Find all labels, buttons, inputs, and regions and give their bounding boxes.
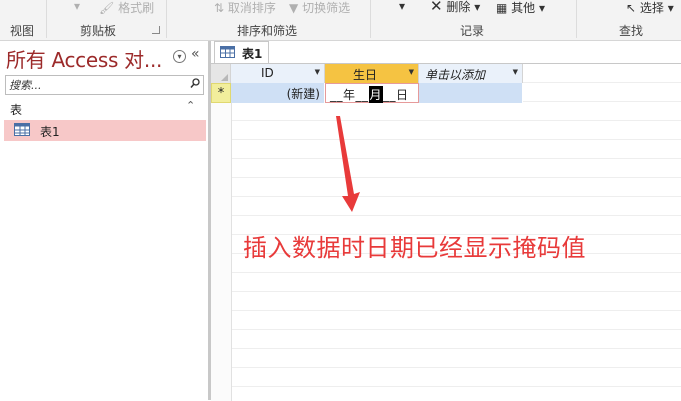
- new-record-selector[interactable]: *: [211, 83, 231, 103]
- group-label-find: 查找: [619, 24, 644, 38]
- nav-group-tables[interactable]: 表: [10, 101, 22, 118]
- column-header-click-to-add[interactable]: 单击以添加 ▼: [419, 64, 523, 83]
- date-input-mask: __年__月__日: [330, 86, 409, 103]
- group-divider: [370, 0, 371, 38]
- group-label-records: 记录: [460, 24, 485, 38]
- select-button[interactable]: ↖ 选择 ▾: [626, 0, 674, 16]
- nav-pane-title[interactable]: 所有 Access 对...: [6, 44, 162, 73]
- annotation-arrow: [336, 116, 360, 212]
- tab-table1[interactable]: 表1: [214, 41, 269, 63]
- cursor-icon: ↖: [626, 1, 637, 15]
- collapse-icon[interactable]: «: [191, 46, 200, 62]
- grid-icon: ▦: [496, 1, 508, 15]
- group-label-sort-filter: 排序和筛选: [237, 24, 298, 38]
- nav-item-label: 表1: [40, 125, 60, 139]
- group-divider: [46, 0, 47, 38]
- search-input[interactable]: [6, 76, 182, 94]
- annotation-text: 插入数据时日期已经显示掩码值: [243, 234, 586, 262]
- chevron-down-icon: ▾: [474, 0, 481, 14]
- delete-button[interactable]: ✕ 删除 ▾: [430, 0, 480, 15]
- search-icon[interactable]: [190, 78, 200, 88]
- chevron-down-icon: ▾: [539, 1, 546, 15]
- group-label-view: 视图: [10, 24, 35, 38]
- group-label-clipboard: 剪贴板: [80, 24, 117, 38]
- group-divider: [166, 0, 167, 38]
- group-divider: [576, 0, 577, 38]
- filter-icon: ▼: [289, 1, 299, 15]
- chevron-down-icon[interactable]: ▼: [315, 68, 320, 76]
- nav-item-table1[interactable]: 表1: [4, 120, 206, 141]
- chevron-down-icon[interactable]: ▾: [74, 0, 80, 13]
- chevron-down-icon: ▾: [667, 1, 674, 15]
- format-painter-button[interactable]: 🖌 格式刷: [99, 0, 154, 16]
- ribbon: ▾ 🖌 格式刷 ⇅ 取消排序 ▼ 切换筛选 ▾ ✕ 删除 ▾ ▦ 其他 ▾ ↖ …: [0, 0, 681, 41]
- new-record-row: * (新建) __年__月__日: [211, 83, 681, 103]
- records-dropdown[interactable]: ▾: [399, 0, 405, 13]
- close-icon: ✕: [430, 0, 443, 15]
- text-cursor: 月: [368, 86, 384, 103]
- table-icon: [14, 123, 30, 136]
- tab-label: 表1: [242, 47, 263, 61]
- sort-clear-icon: ⇅: [214, 1, 225, 15]
- navigation-pane: 所有 Access 对... ▾ « 表 ⌃ 表1: [0, 41, 211, 400]
- brush-icon: 🖌: [99, 1, 115, 15]
- record-selector-column: [211, 64, 232, 401]
- collapse-group-icon[interactable]: ⌃: [186, 99, 195, 112]
- chevron-down-icon[interactable]: ▼: [409, 68, 414, 76]
- cell-add-new[interactable]: [419, 83, 523, 103]
- dialog-launcher-icon[interactable]: [152, 26, 160, 34]
- table-icon: [220, 46, 235, 58]
- cell-id-new[interactable]: (新建): [231, 83, 325, 103]
- toggle-filter-button[interactable]: ▼ 切换筛选: [289, 0, 350, 16]
- select-all-corner[interactable]: [211, 64, 231, 83]
- column-header-row: ID ▼ 生日 ▼ 单击以添加 ▼: [211, 64, 681, 83]
- column-header-birthday[interactable]: 生日 ▼: [325, 64, 419, 83]
- search-box[interactable]: [5, 75, 204, 95]
- clear-sort-button[interactable]: ⇅ 取消排序: [214, 0, 276, 16]
- cell-birthday-input[interactable]: __年__月__日: [325, 83, 419, 103]
- more-button[interactable]: ▦ 其他 ▾: [496, 0, 545, 16]
- chevron-down-icon[interactable]: ▼: [513, 68, 518, 76]
- chevron-down-icon[interactable]: ▾: [173, 50, 186, 63]
- column-header-id[interactable]: ID ▼: [231, 64, 325, 83]
